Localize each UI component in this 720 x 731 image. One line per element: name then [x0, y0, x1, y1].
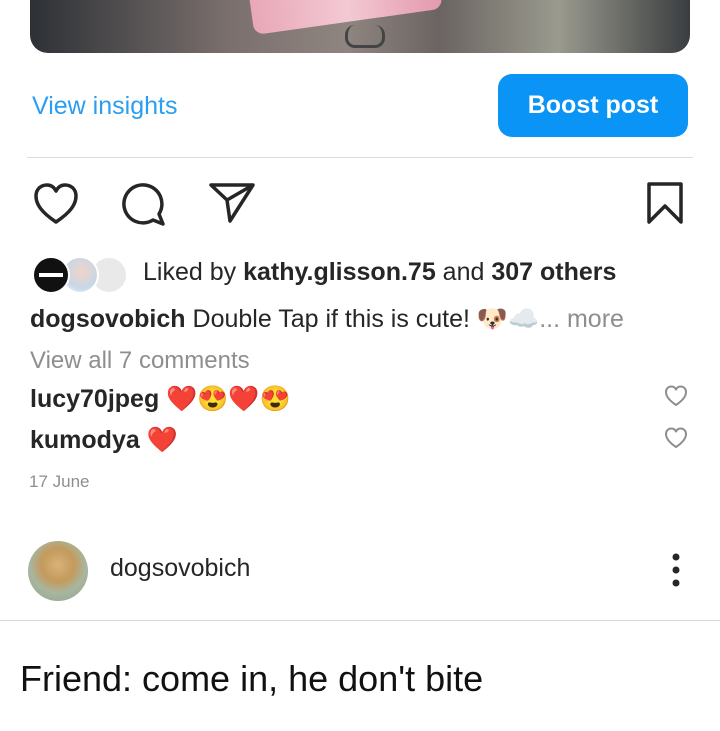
list-item: lucy70jpeg ❤️😍❤️😍: [30, 385, 291, 414]
post-caption: dogsovobich Double Tap if this is cute! …: [30, 305, 624, 334]
caption-more-link[interactable]: ... more: [539, 305, 624, 333]
liked-by-others[interactable]: 307 others: [491, 258, 616, 286]
view-all-comments-link[interactable]: View all 7 comments: [30, 347, 250, 375]
collar-clasp: [345, 25, 385, 48]
divider: [27, 157, 693, 158]
comment-like-heart-icon[interactable]: [664, 385, 688, 407]
view-insights-link[interactable]: View insights: [32, 92, 177, 121]
comment-username[interactable]: kumodya: [30, 426, 140, 454]
heart-icon[interactable]: [33, 182, 79, 226]
post-date: 17 June: [29, 472, 90, 491]
caption-username[interactable]: dogsovobich: [30, 305, 186, 333]
comment-username[interactable]: lucy70jpeg: [30, 385, 159, 413]
divider: [0, 620, 720, 621]
liked-by-prefix: Liked by: [143, 258, 244, 286]
bookmark-icon[interactable]: [647, 182, 683, 224]
liked-by-middle: and: [435, 258, 492, 286]
liked-by-text[interactable]: Liked by kathy.glisson.75 and 307 others: [143, 258, 616, 287]
caption-text: Double Tap if this is cute! 🐶☁️: [185, 305, 540, 333]
liked-by-user[interactable]: kathy.glisson.75: [243, 258, 436, 286]
comment-like-heart-icon[interactable]: [664, 427, 688, 449]
post-image-text: Friend: come in, he don't bite: [20, 658, 484, 699]
list-item: kumodya ❤️: [30, 426, 178, 455]
boost-post-button[interactable]: Boost post: [498, 74, 688, 137]
share-icon[interactable]: [208, 182, 256, 224]
post-username[interactable]: dogsovobich: [110, 554, 250, 583]
avatar[interactable]: [28, 541, 88, 601]
more-icon[interactable]: [670, 553, 682, 587]
comment-icon[interactable]: [121, 182, 167, 228]
avatar: [32, 256, 70, 294]
comment-text: ❤️: [139, 426, 178, 454]
comment-text: ❤️😍❤️😍: [159, 385, 291, 413]
liker-avatars[interactable]: [32, 256, 132, 294]
